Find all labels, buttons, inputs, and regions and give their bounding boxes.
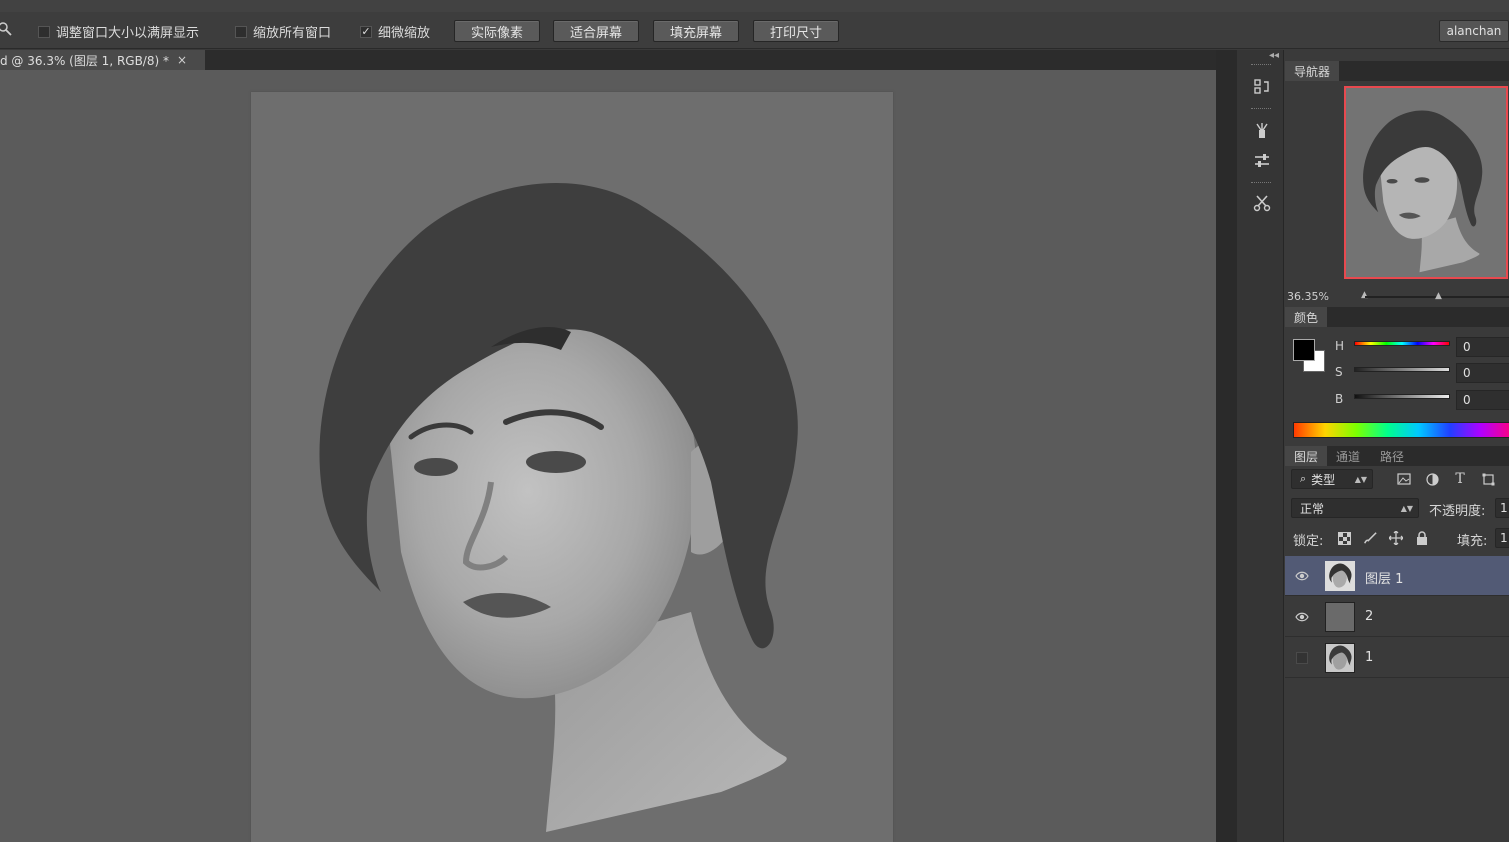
brush-settings-icon[interactable] bbox=[1249, 148, 1275, 174]
navigator-thumbnail-image bbox=[1363, 110, 1483, 273]
layer-thumbnail[interactable] bbox=[1325, 561, 1355, 591]
layer-filter-icons: T bbox=[1397, 471, 1495, 487]
opacity-field[interactable]: 1 bbox=[1495, 498, 1509, 518]
resize-windows-label: 调整窗口大小以满屏显示 bbox=[56, 26, 200, 41]
dropdown-arrow-icon: ▲▼ bbox=[1400, 503, 1413, 513]
brightness-slider[interactable] bbox=[1354, 394, 1450, 399]
hue-slider[interactable] bbox=[1354, 341, 1450, 346]
zoom-out-icon[interactable]: ▲ bbox=[1361, 290, 1368, 300]
navigator-tab-row: 导航器 bbox=[1285, 61, 1509, 81]
lock-all-icon[interactable] bbox=[1415, 531, 1429, 545]
layers-tab-row: 图层 通道 路径 bbox=[1285, 446, 1509, 466]
layer-filter-dropdown[interactable]: ⌕ 类型 ▲▼ bbox=[1291, 469, 1373, 489]
fit-screen-button[interactable]: 适合屏幕 bbox=[553, 20, 639, 42]
fill-field[interactable]: 1 bbox=[1495, 528, 1509, 548]
layer-name[interactable]: 图层 1 bbox=[1365, 568, 1403, 587]
menu-bar bbox=[0, 0, 1509, 12]
document-tab[interactable]: d @ 36.3% (图层 1, RGB/8) * × bbox=[0, 50, 205, 70]
navigator-zoom-slider[interactable]: ▲ bbox=[1365, 291, 1509, 301]
history-icon[interactable] bbox=[1249, 74, 1275, 100]
grip-handle[interactable] bbox=[1251, 64, 1271, 66]
tool-presets-icon[interactable] bbox=[1249, 190, 1275, 216]
blend-mode-value: 正常 bbox=[1300, 501, 1325, 516]
search-icon: ⌕ bbox=[1300, 472, 1307, 485]
brightness-value[interactable]: 0 bbox=[1456, 390, 1509, 410]
canvas-area[interactable] bbox=[0, 70, 1216, 842]
color-spectrum-ramp[interactable] bbox=[1293, 422, 1509, 438]
lock-image-pixels-icon[interactable] bbox=[1363, 531, 1377, 545]
actual-pixels-button[interactable]: 实际像素 bbox=[454, 20, 540, 42]
saturation-value[interactable]: 0 bbox=[1456, 363, 1509, 383]
tab-channels[interactable]: 通道 bbox=[1327, 446, 1369, 466]
shape-layer-filter-icon[interactable] bbox=[1481, 472, 1495, 486]
lock-transparency-icon[interactable] bbox=[1337, 531, 1351, 545]
layer-name[interactable]: 2 bbox=[1365, 609, 1373, 624]
saturation-label: S bbox=[1335, 365, 1343, 379]
layer-row[interactable]: 2 bbox=[1285, 597, 1509, 637]
brush-presets-icon[interactable] bbox=[1249, 118, 1275, 144]
document-tab-title: d @ 36.3% (图层 1, RGB/8) * bbox=[0, 53, 169, 68]
close-tab-icon[interactable]: × bbox=[177, 53, 187, 67]
scrubby-zoom-checkbox[interactable]: ✓ 细微缩放 bbox=[360, 22, 430, 41]
color-tab-row: 颜色 bbox=[1285, 307, 1509, 327]
layer-name[interactable]: 1 bbox=[1365, 650, 1373, 665]
lock-label: 锁定: bbox=[1293, 534, 1324, 549]
lock-position-icon[interactable] bbox=[1389, 531, 1403, 545]
eye-icon[interactable] bbox=[1295, 569, 1309, 583]
saturation-slider[interactable] bbox=[1354, 367, 1450, 372]
fill-screen-button[interactable]: 填充屏幕 bbox=[653, 20, 739, 42]
navigator-zoom-value[interactable]: 36.35% bbox=[1287, 290, 1329, 303]
pixel-layer-filter-icon[interactable] bbox=[1397, 472, 1411, 486]
artboard[interactable] bbox=[251, 92, 893, 842]
zoom-icon[interactable] bbox=[0, 22, 12, 36]
blend-mode-dropdown[interactable]: 正常 ▲▼ bbox=[1291, 498, 1419, 518]
user-account-button[interactable]: alanchan bbox=[1439, 20, 1509, 42]
dropdown-arrow-icon: ▲▼ bbox=[1354, 474, 1367, 484]
layer-thumbnail[interactable] bbox=[1325, 643, 1355, 673]
tab-paths[interactable]: 路径 bbox=[1371, 446, 1413, 466]
grip-handle[interactable] bbox=[1251, 182, 1271, 184]
layer-row[interactable]: 图层 1 bbox=[1285, 556, 1509, 596]
tab-layers[interactable]: 图层 bbox=[1285, 446, 1328, 466]
layer-row[interactable]: 1 bbox=[1285, 638, 1509, 678]
checkbox-box[interactable] bbox=[38, 25, 50, 38]
resize-windows-checkbox[interactable]: 调整窗口大小以满屏显示 bbox=[38, 22, 199, 41]
opacity-label: 不透明度: bbox=[1429, 504, 1486, 519]
navigator-preview[interactable] bbox=[1344, 86, 1508, 279]
foreground-color-swatch[interactable] bbox=[1293, 339, 1315, 361]
eye-icon[interactable] bbox=[1295, 610, 1309, 624]
tab-navigator[interactable]: 导航器 bbox=[1285, 61, 1340, 81]
scrubby-zoom-label: 细微缩放 bbox=[378, 26, 431, 41]
print-size-button[interactable]: 打印尺寸 bbox=[753, 20, 839, 42]
lock-icons bbox=[1337, 531, 1429, 545]
zoom-all-windows-checkbox[interactable]: 缩放所有窗口 bbox=[235, 22, 331, 41]
zoom-all-label: 缩放所有窗口 bbox=[253, 26, 332, 41]
brightness-label: B bbox=[1335, 392, 1344, 406]
adjustment-layer-filter-icon[interactable] bbox=[1425, 472, 1439, 486]
portrait-painting bbox=[319, 183, 798, 832]
type-layer-filter-icon[interactable]: T bbox=[1453, 471, 1467, 487]
options-bar: 调整窗口大小以满屏显示 缩放所有窗口 ✓ 细微缩放 实际像素 适合屏幕 填充屏幕… bbox=[0, 12, 1509, 49]
grip-handle[interactable] bbox=[1251, 108, 1271, 110]
hue-value[interactable]: 0 bbox=[1456, 337, 1509, 357]
hue-label: H bbox=[1335, 339, 1345, 353]
tab-color[interactable]: 颜色 bbox=[1285, 307, 1328, 327]
layer-thumbnail[interactable] bbox=[1325, 602, 1355, 632]
checkbox-box[interactable] bbox=[235, 25, 247, 38]
slider-handle-icon[interactable]: ▲ bbox=[1435, 291, 1442, 301]
layer-filter-value: 类型 bbox=[1311, 472, 1336, 487]
panel-divider bbox=[1216, 50, 1236, 842]
document-tab-bar: d @ 36.3% (图层 1, RGB/8) * × bbox=[0, 50, 1236, 70]
fill-label: 填充: bbox=[1457, 534, 1488, 549]
visibility-toggle-off[interactable] bbox=[1296, 652, 1308, 664]
checkbox-checked-box[interactable]: ✓ bbox=[360, 25, 372, 38]
panel-icon-strip: ◂◂ bbox=[1236, 50, 1284, 842]
collapse-panels-icon[interactable]: ◂◂ bbox=[1269, 50, 1279, 61]
right-panels: 导航器 36.35% ▲ ▲ 颜色 H 0 S 0 B 0 图层 通道 路径 ⌕… bbox=[1285, 50, 1509, 842]
